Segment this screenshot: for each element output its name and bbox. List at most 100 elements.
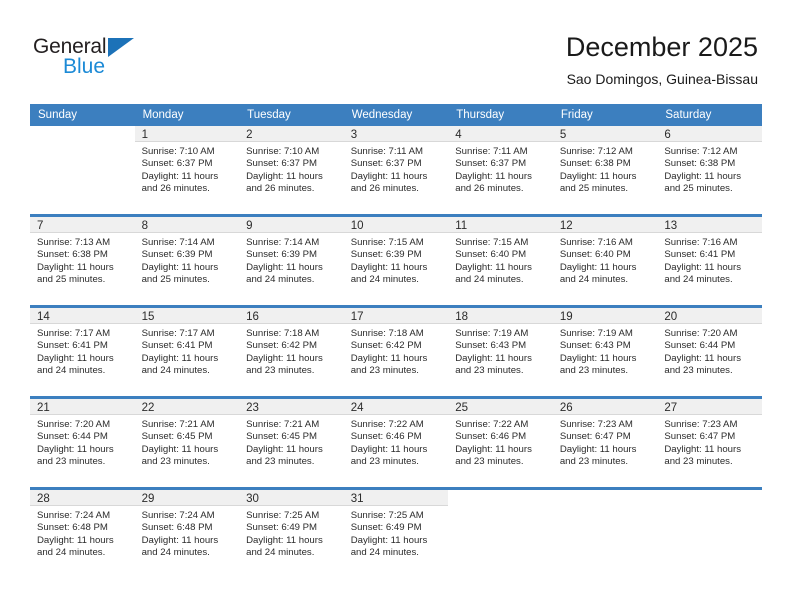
day-detail-line: Daylight: 11 hours: [350, 261, 428, 273]
day-details: [30, 142, 135, 146]
day-detail-line: and 25 minutes.: [559, 183, 629, 195]
day-number: 18: [448, 308, 553, 324]
day-cell[interactable]: 16 Sunrise: 7:18 AM Sunset: 6:42 PM Dayligh…: [239, 308, 344, 396]
day-details: Sunrise: 7:17 AM Sunset: 6:41 PM Daylight:…: [135, 324, 240, 378]
day-cell[interactable]: 18 Sunrise: 7:19 AM Sunset: 6:43 PM Dayligh…: [448, 308, 553, 396]
day-detail-line: Sunset: 6:37 PM: [350, 158, 422, 170]
day-cell[interactable]: 1 Sunrise: 7:10 AM Sunset: 6:37 PM Daylight…: [134, 126, 240, 214]
day-detail-line: and 26 minutes.: [350, 183, 419, 195]
day-number: 21: [30, 399, 135, 415]
day-detail-line: Sunset: 6:42 PM: [246, 340, 318, 352]
day-cell[interactable]: 15 Sunrise: 7:17 AM Sunset: 6:41 PM Dayligh…: [134, 308, 240, 396]
day-detail-line: Daylight: 11 hours: [246, 261, 323, 273]
day-details: [553, 506, 658, 510]
day-detail-line: Sunset: 6:48 PM: [37, 522, 108, 534]
day-detail-line: Sunrise: 7:19 AM: [455, 328, 529, 339]
day-detail-line: Sunset: 6:43 PM: [559, 340, 631, 352]
day-detail-line: Daylight: 11 hours: [141, 443, 219, 455]
day-detail-line: Sunrise: 7:18 AM: [246, 328, 320, 339]
day-cell[interactable]: 24 Sunrise: 7:22 AM Sunset: 6:46 PM Dayligh…: [343, 399, 449, 487]
day-detail-line: Sunrise: 7:16 AM: [559, 237, 633, 248]
weekday-header-tuesday: Tuesday: [239, 104, 344, 126]
day-detail-line: Sunset: 6:49 PM: [246, 522, 318, 534]
day-detail-line: Daylight: 11 hours: [350, 352, 428, 364]
day-detail-line: Sunset: 6:37 PM: [246, 158, 318, 170]
weekday-header-sunday: Sunday: [30, 104, 135, 126]
day-cell[interactable]: 11 Sunrise: 7:15 AM Sunset: 6:40 PM Dayligh…: [448, 217, 553, 305]
day-detail-line: and 23 minutes.: [246, 365, 315, 377]
weekday-header-wednesday: Wednesday: [343, 104, 449, 126]
day-detail-line: Sunset: 6:41 PM: [664, 249, 736, 261]
day-detail-line: Sunrise: 7:14 AM: [246, 237, 320, 248]
day-cell[interactable]: 30 Sunrise: 7:25 AM Sunset: 6:49 PM Dayligh…: [239, 490, 344, 578]
day-cell[interactable]: 5 Sunrise: 7:12 AM Sunset: 6:38 PM Daylight…: [552, 126, 658, 214]
day-detail-line: Sunrise: 7:19 AM: [559, 328, 633, 339]
day-detail-line: Sunrise: 7:20 AM: [664, 328, 738, 339]
day-cell[interactable]: 2 Sunrise: 7:10 AM Sunset: 6:37 PM Daylight…: [239, 126, 344, 214]
day-cell[interactable]: 20 Sunrise: 7:20 AM Sunset: 6:44 PM Dayligh…: [657, 308, 762, 396]
day-detail-line: Sunset: 6:44 PM: [664, 340, 736, 352]
day-detail-line: Daylight: 11 hours: [141, 261, 219, 273]
day-cell[interactable]: 4 Sunrise: 7:11 AM Sunset: 6:37 PM Daylight…: [448, 126, 553, 214]
day-cell[interactable]: 23 Sunrise: 7:21 AM Sunset: 6:45 PM Dayligh…: [239, 399, 344, 487]
day-cell[interactable]: 7 Sunrise: 7:13 AM Sunset: 6:38 PM Daylight…: [30, 217, 135, 305]
day-cell[interactable]: 27 Sunrise: 7:23 AM Sunset: 6:47 PM Dayligh…: [657, 399, 762, 487]
day-detail-line: Sunrise: 7:24 AM: [37, 510, 111, 521]
day-cell[interactable]: 12 Sunrise: 7:16 AM Sunset: 6:40 PM Dayligh…: [552, 217, 658, 305]
day-detail-line: Sunrise: 7:17 AM: [141, 328, 215, 339]
day-details: Sunrise: 7:11 AM Sunset: 6:37 PM Daylight:…: [448, 142, 553, 196]
day-cell[interactable]: 28 Sunrise: 7:24 AM Sunset: 6:48 PM Dayligh…: [30, 490, 135, 578]
day-details: [448, 506, 553, 510]
day-number: 22: [134, 399, 240, 415]
day-number: 30: [239, 490, 344, 506]
day-detail-line: Sunset: 6:40 PM: [455, 249, 527, 261]
day-number: 24: [343, 399, 449, 415]
day-cell[interactable]: 29 Sunrise: 7:24 AM Sunset: 6:48 PM Dayligh…: [134, 490, 240, 578]
day-number: 1: [134, 126, 240, 142]
day-detail-line: Sunset: 6:38 PM: [664, 158, 736, 170]
day-details: Sunrise: 7:14 AM Sunset: 6:39 PM Daylight:…: [135, 233, 240, 287]
day-number: 19: [552, 308, 658, 324]
day-number: 25: [448, 399, 553, 415]
day-cell[interactable]: 26 Sunrise: 7:23 AM Sunset: 6:47 PM Dayligh…: [552, 399, 658, 487]
day-cell[interactable]: 9 Sunrise: 7:14 AM Sunset: 6:39 PM Daylight…: [239, 217, 344, 305]
day-detail-line: Daylight: 11 hours: [246, 170, 323, 182]
generalblue-logo[interactable]: General Blue: [33, 36, 163, 82]
day-cell[interactable]: 21 Sunrise: 7:20 AM Sunset: 6:44 PM Dayligh…: [30, 399, 135, 487]
day-cell[interactable]: 3 Sunrise: 7:11 AM Sunset: 6:37 PM Daylight…: [343, 126, 449, 214]
day-detail-line: Sunset: 6:37 PM: [455, 158, 527, 170]
day-cell[interactable]: 10 Sunrise: 7:15 AM Sunset: 6:39 PM Dayligh…: [343, 217, 449, 305]
day-detail-line: and 26 minutes.: [141, 183, 210, 195]
day-details: Sunrise: 7:12 AM Sunset: 6:38 PM Daylight:…: [553, 142, 658, 196]
day-cell[interactable]: 17 Sunrise: 7:18 AM Sunset: 6:42 PM Dayligh…: [343, 308, 449, 396]
day-detail-line: and 24 minutes.: [37, 365, 106, 377]
day-detail-line: Sunrise: 7:24 AM: [141, 510, 215, 521]
day-detail-line: Sunset: 6:43 PM: [455, 340, 527, 352]
triangle-icon: [108, 38, 134, 57]
day-detail-line: and 24 minutes.: [37, 547, 106, 559]
day-detail-line: and 23 minutes.: [455, 456, 524, 468]
day-cell-empty: [657, 490, 762, 578]
day-number: 11: [448, 217, 553, 233]
day-details: Sunrise: 7:21 AM Sunset: 6:45 PM Daylight:…: [135, 415, 240, 469]
day-details: [657, 506, 762, 510]
day-detail-line: and 24 minutes.: [246, 547, 315, 559]
day-cell[interactable]: 8 Sunrise: 7:14 AM Sunset: 6:39 PM Daylight…: [134, 217, 240, 305]
day-detail-line: Sunrise: 7:16 AM: [664, 237, 738, 248]
day-cell-empty: [30, 126, 135, 214]
day-detail-line: and 23 minutes.: [37, 456, 106, 468]
day-details: Sunrise: 7:17 AM Sunset: 6:41 PM Daylight:…: [30, 324, 135, 378]
day-cell[interactable]: 6 Sunrise: 7:12 AM Sunset: 6:38 PM Daylight…: [657, 126, 762, 214]
day-cell[interactable]: 13 Sunrise: 7:16 AM Sunset: 6:41 PM Dayligh…: [657, 217, 762, 305]
day-cell[interactable]: 22 Sunrise: 7:21 AM Sunset: 6:45 PM Dayligh…: [134, 399, 240, 487]
day-cell[interactable]: 31 Sunrise: 7:25 AM Sunset: 6:49 PM Dayligh…: [343, 490, 449, 578]
day-detail-line: Sunrise: 7:10 AM: [246, 146, 320, 157]
day-detail-line: Daylight: 11 hours: [455, 261, 532, 273]
day-cell[interactable]: 14 Sunrise: 7:17 AM Sunset: 6:41 PM Dayligh…: [30, 308, 135, 396]
day-number: 3: [343, 126, 449, 142]
day-detail-line: Daylight: 11 hours: [37, 443, 114, 455]
day-details: Sunrise: 7:24 AM Sunset: 6:48 PM Daylight:…: [135, 506, 240, 560]
day-cell[interactable]: 25 Sunrise: 7:22 AM Sunset: 6:46 PM Dayligh…: [448, 399, 553, 487]
day-detail-line: and 23 minutes.: [455, 365, 524, 377]
day-cell[interactable]: 19 Sunrise: 7:19 AM Sunset: 6:43 PM Dayligh…: [552, 308, 658, 396]
